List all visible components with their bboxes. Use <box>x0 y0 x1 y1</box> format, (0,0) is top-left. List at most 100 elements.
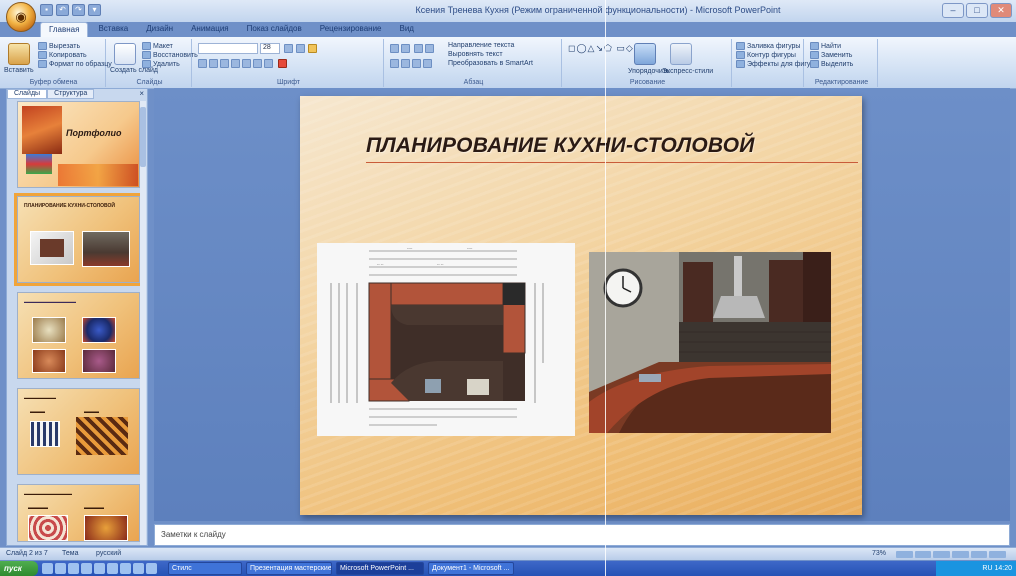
slide-thumbnail-2[interactable]: ПЛАНИРОВАНИЕ КУХНИ-СТОЛОВОЙ <box>14 193 143 286</box>
align-left-icon[interactable] <box>390 59 399 68</box>
shadow-icon[interactable] <box>242 59 251 68</box>
align-text-button[interactable]: Выровнять текст <box>448 51 503 58</box>
justify-icon[interactable] <box>423 59 432 68</box>
window-title: Ксения Тренева Кухня (Режим ограниченной… <box>415 5 781 15</box>
cut-button[interactable]: Вырезать <box>38 42 80 50</box>
notes-pane[interactable]: Заметки к слайду <box>154 524 1010 546</box>
slide-title[interactable]: ПЛАНИРОВАНИЕ КУХНИ-СТОЛОВОЙ <box>366 134 755 158</box>
scrollbar-thumb[interactable] <box>140 107 146 167</box>
align-center-icon[interactable] <box>401 59 410 68</box>
app3-icon[interactable] <box>120 563 131 574</box>
font-name-box[interactable] <box>198 43 258 54</box>
app-icon[interactable] <box>94 563 105 574</box>
strikethrough-icon[interactable] <box>231 59 240 68</box>
underline-icon[interactable] <box>220 59 229 68</box>
smartart-button[interactable]: Преобразовать в SmartArt <box>448 60 533 67</box>
case-icon[interactable] <box>264 59 273 68</box>
quick-styles-icon[interactable] <box>670 43 692 65</box>
numbering-icon[interactable] <box>401 44 410 53</box>
ie-icon[interactable] <box>42 563 53 574</box>
grow-font-icon[interactable] <box>284 44 293 53</box>
shape-effects-button[interactable]: Эффекты для фигур <box>736 60 814 68</box>
new-slide-button[interactable]: Создать слайд <box>110 67 158 74</box>
panel-tab-slides[interactable]: Слайды <box>7 89 48 99</box>
bullets-icon[interactable] <box>390 44 399 53</box>
slide-counter: Слайд 2 из 7 <box>6 550 48 557</box>
copy-button[interactable]: Копировать <box>38 51 87 59</box>
tab-home[interactable]: Главная <box>40 22 89 38</box>
kitchen-3d-render-image[interactable] <box>589 252 831 433</box>
shrink-font-icon[interactable] <box>296 44 305 53</box>
layout-button[interactable]: Макет <box>142 42 173 50</box>
office-button[interactable]: ◉ <box>6 2 36 32</box>
select-button[interactable]: Выделить <box>810 60 853 68</box>
delete-slide-button[interactable]: Удалить <box>142 60 180 68</box>
reset-icon <box>142 51 151 59</box>
indent-icon[interactable] <box>414 44 423 53</box>
language-indicator[interactable]: русский <box>96 550 121 557</box>
panel-close-icon[interactable]: × <box>139 89 144 98</box>
taskbar-item-1[interactable]: Стилс <box>168 562 242 575</box>
clear-format-icon[interactable] <box>308 44 317 53</box>
redo-icon[interactable]: ↷ <box>72 4 85 16</box>
paste-icon[interactable] <box>8 43 30 65</box>
arrange-icon[interactable] <box>634 43 656 65</box>
shapes-gallery[interactable]: ◻◯△↘⬠ ▭◇⇨ <box>568 43 642 54</box>
quick-styles-button[interactable]: Экспресс-стили <box>662 68 713 75</box>
save-icon[interactable]: ▪ <box>40 4 53 16</box>
paste-button[interactable]: Вставить <box>4 67 34 74</box>
start-button[interactable]: пуск <box>0 561 38 576</box>
app4-icon[interactable] <box>133 563 144 574</box>
close-button[interactable]: ✕ <box>990 3 1012 18</box>
maximize-button[interactable]: □ <box>966 3 988 18</box>
panel-scrollbar[interactable] <box>140 101 146 545</box>
tab-view[interactable]: Вид <box>392 22 422 38</box>
slide-thumbnail-5[interactable]: ▬▬▬▬▬▬▬▬▬▬▬▬ ▬▬▬▬ ▬▬▬▬ <box>17 484 140 542</box>
tab-insert[interactable]: Вставка <box>90 22 136 38</box>
layout-icon <box>142 42 151 50</box>
slide-thumbnail-3[interactable]: ▬▬▬▬▬▬▬▬▬▬▬▬▬ <box>17 292 140 379</box>
app2-icon[interactable] <box>107 563 118 574</box>
current-slide[interactable]: ПЛАНИРОВАНИЕ КУХНИ-СТОЛОВОЙ ---- ---- --… <box>300 96 862 515</box>
font-color-icon[interactable] <box>278 59 287 68</box>
qat-dropdown-icon[interactable]: ▾ <box>88 4 101 16</box>
taskbar-item-4[interactable]: Документ1 - Microsoft ... <box>428 562 514 575</box>
thumb-title: ▬▬▬▬▬▬▬▬▬▬▬▬ <box>24 491 72 496</box>
folder-icon[interactable] <box>81 563 92 574</box>
minimize-button[interactable]: – <box>942 3 964 18</box>
panel-tab-outline[interactable]: Структура <box>47 89 95 99</box>
replace-button[interactable]: Заменить <box>810 51 852 59</box>
kitchen-floor-plan-image[interactable]: ---- ---- -- -- -- -- <box>317 243 575 436</box>
line-spacing-icon[interactable] <box>425 44 434 53</box>
media-icon[interactable] <box>68 563 79 574</box>
system-tray-clock[interactable]: RU 14:20 <box>936 561 1016 576</box>
font-size-box[interactable]: 28 <box>260 43 280 54</box>
zoom-level[interactable]: 73% <box>872 550 886 557</box>
italic-icon[interactable] <box>209 59 218 68</box>
reset-button[interactable]: Восстановить <box>142 51 198 59</box>
shape-outline-button[interactable]: Контур фигуры <box>736 51 796 59</box>
spacing-icon[interactable] <box>253 59 262 68</box>
shape-fill-button[interactable]: Заливка фигуры <box>736 42 800 50</box>
slide-thumbnail-4[interactable]: ▬▬▬▬▬▬▬▬ ▬▬▬ ▬▬▬ <box>17 388 140 475</box>
taskbar-item-3[interactable]: Microsoft PowerPoint ... <box>336 562 424 575</box>
zoom-slider[interactable] <box>896 551 1007 558</box>
tab-review[interactable]: Рецензирование <box>312 22 390 38</box>
text-direction-button[interactable]: Направление текста <box>448 42 514 49</box>
new-slide-icon[interactable] <box>114 43 136 65</box>
find-button[interactable]: Найти <box>810 42 841 50</box>
align-right-icon[interactable] <box>412 59 421 68</box>
slide-thumbnail-1[interactable]: Портфолио <box>17 101 140 188</box>
scissors-icon <box>38 42 47 50</box>
tab-design[interactable]: Дизайн <box>138 22 181 38</box>
desktop-icon[interactable] <box>55 563 66 574</box>
app5-icon[interactable] <box>146 563 157 574</box>
taskbar-item-2[interactable]: Презентация мастерские... <box>246 562 332 575</box>
tab-slideshow[interactable]: Показ слайдов <box>239 22 310 38</box>
format-painter-button[interactable]: Формат по образцу <box>38 60 112 68</box>
undo-icon[interactable]: ↶ <box>56 4 69 16</box>
bold-icon[interactable] <box>198 59 207 68</box>
tab-animation[interactable]: Анимация <box>183 22 237 38</box>
thumb-title: ▬▬▬▬▬▬▬▬ <box>24 395 56 400</box>
thumb-dish-image-2 <box>82 317 116 343</box>
